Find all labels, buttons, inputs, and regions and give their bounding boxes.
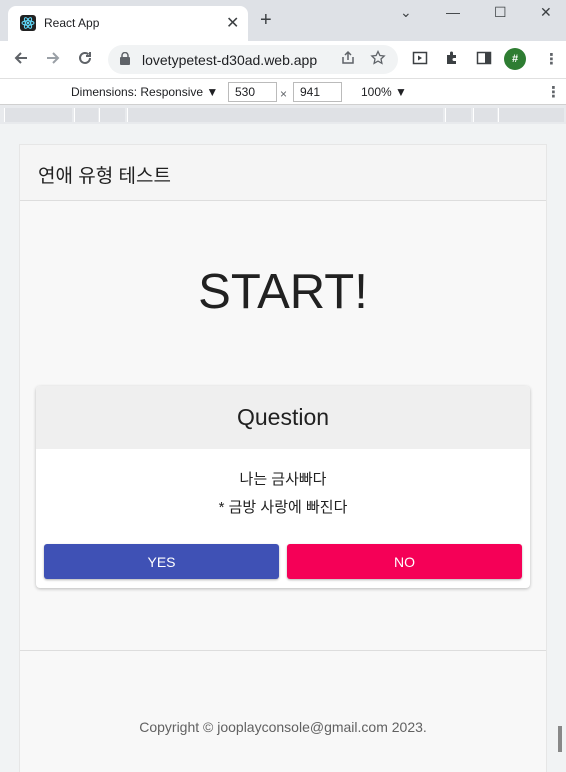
copyright-footer: Copyright © jooplayconsole@gmail.com 202… bbox=[139, 719, 427, 735]
device-viewport: 연애 유형 테스트 START! Question 나는 금사빠다 * 금방 사… bbox=[0, 124, 566, 772]
extensions-puzzle-icon[interactable] bbox=[444, 50, 460, 70]
profile-avatar[interactable]: # bbox=[504, 48, 526, 70]
media-router-icon[interactable] bbox=[412, 50, 428, 70]
menu-kebab-icon[interactable]: ⋮ bbox=[544, 50, 559, 68]
ruler-segment[interactable] bbox=[473, 108, 497, 122]
tab-search-icon[interactable]: ⌄ bbox=[400, 4, 412, 21]
viewport-resize-handle[interactable] bbox=[558, 726, 562, 752]
ruler-segment[interactable] bbox=[74, 108, 98, 122]
tab-title: React App bbox=[44, 16, 100, 30]
reload-icon[interactable] bbox=[76, 49, 94, 71]
dimensions-dropdown[interactable]: Dimensions: Responsive ▼ bbox=[71, 85, 218, 99]
address-bar[interactable]: lovetypetest-d30ad.web.app bbox=[108, 45, 398, 74]
minimize-button[interactable]: — bbox=[446, 4, 460, 20]
app-page: 연애 유형 테스트 START! Question 나는 금사빠다 * 금방 사… bbox=[19, 144, 547, 772]
no-button[interactable]: NO bbox=[287, 544, 522, 579]
ruler-segment[interactable] bbox=[445, 108, 471, 122]
yes-button[interactable]: YES bbox=[44, 544, 279, 579]
browser-tab-strip: React App ✕ + ⌄ — ☐ ✕ bbox=[0, 0, 566, 41]
bookmark-star-icon[interactable] bbox=[370, 49, 386, 70]
ruler-segment[interactable] bbox=[4, 108, 72, 122]
question-card: Question 나는 금사빠다 * 금방 사랑에 빠진다 YES NO bbox=[36, 386, 530, 588]
page-title: 연애 유형 테스트 bbox=[38, 166, 171, 187]
app-header: 연애 유형 테스트 bbox=[20, 144, 546, 201]
question-description: * 금방 사랑에 빠진다 bbox=[218, 499, 348, 516]
start-heading: START! bbox=[198, 265, 368, 319]
question-card-title: Question bbox=[236, 404, 330, 430]
ruler-segment[interactable] bbox=[127, 108, 443, 122]
url-text: lovetypetest-d30ad.web.app bbox=[142, 52, 318, 68]
share-icon[interactable] bbox=[340, 50, 356, 70]
window-close-button[interactable]: ✕ bbox=[540, 4, 552, 21]
browser-toolbar: lovetypetest-d30ad.web.app # ⋮ bbox=[0, 41, 566, 78]
forward-arrow-icon[interactable] bbox=[44, 49, 62, 71]
footer-divider bbox=[20, 650, 546, 651]
react-logo-icon bbox=[20, 15, 36, 31]
zoom-dropdown[interactable]: 100% ▼ bbox=[361, 85, 407, 99]
lock-icon bbox=[120, 51, 130, 65]
question-text: 나는 금사빠다 bbox=[239, 471, 327, 488]
maximize-button[interactable]: ☐ bbox=[494, 4, 507, 21]
viewport-height-input[interactable] bbox=[293, 82, 342, 102]
ruler-segment[interactable] bbox=[498, 108, 564, 122]
devtools-device-toolbar: Dimensions: Responsive ▼ × 100% ▼ ⋮ bbox=[0, 78, 566, 104]
new-tab-button[interactable]: + bbox=[260, 10, 272, 30]
viewport-width-input[interactable] bbox=[228, 82, 277, 102]
side-panel-icon[interactable] bbox=[476, 50, 492, 70]
ruler-segment[interactable] bbox=[99, 108, 125, 122]
media-query-ruler bbox=[0, 104, 566, 124]
tab-close-icon[interactable]: ✕ bbox=[226, 13, 239, 33]
back-arrow-icon[interactable] bbox=[12, 49, 30, 71]
browser-tab[interactable]: React App ✕ bbox=[8, 6, 248, 41]
devtools-more-icon[interactable]: ⋮ bbox=[546, 83, 561, 101]
question-card-header: Question bbox=[36, 386, 530, 449]
times-symbol: × bbox=[280, 87, 288, 101]
